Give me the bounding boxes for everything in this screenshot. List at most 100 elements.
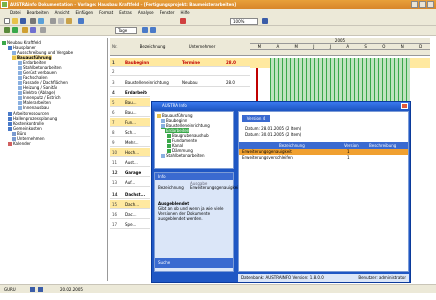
menu-extras[interactable]: Extras [119,9,132,17]
month-label: D [419,44,423,49]
header-version[interactable]: Version [344,142,359,149]
tab-version[interactable]: Version 4 [242,115,270,122]
row-name: Erdarbeiten [125,90,147,95]
table-row[interactable]: 10 Hoch... [110,148,150,157]
table-row[interactable]: 7 Fun... [110,118,150,127]
filter-icon[interactable] [22,27,28,33]
menu-hilfe[interactable]: Hilfe [180,9,189,17]
row-number: 3 [112,80,115,85]
menu-ansicht[interactable]: Ansicht [55,9,70,17]
menu-bar: Datei Bearbeiten Ansicht Einfügen Format… [0,9,436,17]
row-name: Spe... [125,222,137,227]
header-bezeichnung[interactable]: Bezeichnung [125,38,180,56]
help-icon[interactable] [262,18,268,24]
table-row[interactable]: 3 Baustelleneinrichtung Neubau 28.0 [110,78,270,87]
row-company: Neubau [182,80,198,85]
open-icon[interactable] [12,18,18,24]
month-label: A [346,44,350,49]
row-number: 14 [112,192,118,197]
row-number: 10 [112,150,118,155]
table-row[interactable]: 11 Aust... [110,158,150,167]
table-row[interactable]: 1 Baubeginn Termine 28.0 [110,58,270,67]
table-row[interactable]: 2 [110,67,270,76]
prev-icon[interactable] [30,287,35,292]
month-label: J [329,44,331,49]
view-table-icon[interactable] [4,27,10,33]
timescale-select[interactable]: Tage [115,27,137,34]
menu-bearbeiten[interactable]: Bearbeiten [27,9,49,17]
group-icon[interactable] [40,27,46,33]
search-button[interactable]: Suche [155,258,233,268]
tree-item[interactable]: Innenausbau [18,105,49,110]
row-number: 2 [112,69,115,74]
zoom-in-icon[interactable] [142,27,148,33]
header-beschreibung[interactable]: Beschreibung [369,142,396,149]
dialog-main-panel: Version 4 Datum: 28.01.2005 (2 Item) Dat… [238,111,409,272]
preview-icon[interactable] [38,18,44,24]
folder-icon [161,129,165,133]
table-row[interactable]: 8 Sch... [110,128,150,137]
new-icon[interactable] [4,18,10,24]
dialog-title-bar: AUSTRA Info [152,102,410,110]
row-number: 8 [112,130,115,135]
month-label: M [257,44,262,49]
save-icon[interactable] [20,18,26,24]
row-number: 9 [112,140,115,145]
dialog-statusbar: Datenbank: AUSTRAINFO Version: 1.8.0.0 B… [238,274,409,282]
table-row[interactable]: 15 Dach... [110,200,150,209]
sort-icon[interactable] [30,27,36,33]
delete-icon[interactable] [180,18,186,24]
tree-item[interactable]: Kalender [8,141,31,146]
row-number: 11 [112,160,118,165]
info-dialog: AUSTRA Info Bauausführung Baubeginn Baus… [151,101,411,283]
menu-format[interactable]: Format [99,9,113,17]
month-label: M [294,44,298,49]
table-row[interactable]: 4 Erdarbeiten [110,88,150,97]
app-icon [1,1,8,8]
next-icon[interactable] [38,287,43,292]
close-button[interactable] [427,1,434,8]
header-unternehmer[interactable]: Unternehmer [182,38,222,56]
menu-analyse[interactable]: Analyse [138,9,154,17]
undo-icon[interactable] [78,18,84,24]
table-row[interactable]: 5 Bau... [110,98,150,107]
table-row[interactable]: 13 Auf... [110,178,150,187]
dialog-tree-item[interactable]: Stahlbetonarbeiten [161,153,205,158]
table-row[interactable]: 9 Mehr... [110,138,150,147]
page-icon [18,106,22,110]
table-row[interactable]: 12 Garage [110,168,150,177]
row-name: Baustelleneinrichtung [125,80,169,85]
menu-datei[interactable]: Datei [10,9,21,17]
row-number: 6 [112,110,115,115]
row-date: 28.0 [226,60,236,65]
header-bezeichnung[interactable]: Bezeichnung [279,142,305,149]
table-row[interactable]: 14 Dachst... [110,190,150,199]
zoom-out-icon[interactable] [150,27,156,33]
folder-icon [12,56,16,60]
menu-einfuegen[interactable]: Einfügen [75,9,93,17]
row-number: 4 [112,90,115,95]
status-date: 20.02.2005 [60,287,83,292]
menu-fenster[interactable]: Fenster [160,9,175,17]
copy-icon[interactable] [58,18,64,24]
table-row[interactable]: 6 Bau... [110,108,150,117]
row-name: Hoch... [125,150,140,155]
header-nr[interactable]: Nr. [112,38,120,56]
row-number: 16 [112,212,118,217]
month-label: S [364,44,367,49]
paste-icon[interactable] [66,18,72,24]
window-controls [411,1,434,8]
print-icon[interactable] [30,18,36,24]
zoom-select[interactable]: 100% [230,18,258,25]
view-gantt-icon[interactable] [12,27,18,33]
minimize-button[interactable] [411,1,418,8]
table-row[interactable]: 17 Spe... [110,220,150,229]
table-row[interactable]: 16 Dac... [110,210,150,219]
dialog-close-button[interactable] [401,103,408,109]
list-header: Bezeichnung Version Beschreibung [239,142,408,149]
list-item[interactable]: Erweiterungsverschleifen 1 [239,155,408,161]
maximize-button[interactable] [419,1,426,8]
row-company: Termine [182,60,200,65]
cut-icon[interactable] [50,18,56,24]
row-name: Auf... [125,180,136,185]
